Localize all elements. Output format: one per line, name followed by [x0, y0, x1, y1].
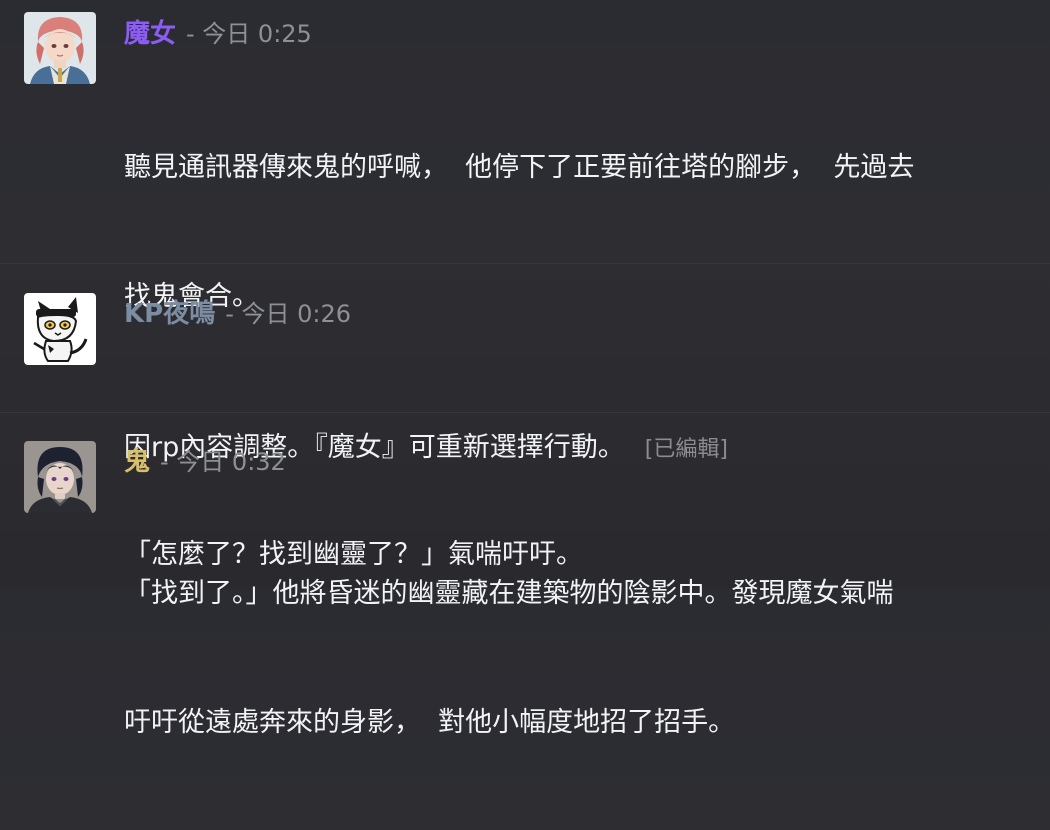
timestamp: - 今日 0:25 [186, 20, 312, 48]
message-content: 「找到了。」他將昏迷的幽靈藏在建築物的陰影中。發現魔女氣喘 吁吁從遠處奔來的身影… [124, 486, 1024, 830]
message-header: 魔女 - 今日 0:25 [124, 18, 312, 50]
message-header: KP夜鳴 - 今日 0:26 [124, 298, 351, 330]
timestamp: - 今日 0:26 [225, 300, 352, 328]
message-line: 聽見通訊器傳來鬼的呼喊， 他停下了正要前往塔的腳步， 先過去 [124, 152, 915, 183]
witch-avatar-icon [24, 12, 96, 84]
message-line: 吁吁從遠處奔來的身影， 對他小幅度地招了招手。 [124, 707, 736, 738]
edited-indicator: [已編輯] [644, 437, 728, 462]
avatar-witch[interactable] [24, 12, 96, 84]
username[interactable]: KP夜鳴 [124, 298, 215, 330]
timestamp: - 今日 0:32 [160, 448, 286, 476]
message-divider [0, 263, 1050, 264]
cat-avatar-icon [24, 293, 96, 365]
message-divider [0, 412, 1050, 413]
avatar-ghost[interactable] [24, 441, 96, 513]
avatar-kp[interactable] [24, 293, 96, 365]
message-header: 鬼 - 今日 0:32 [124, 446, 286, 478]
username[interactable]: 鬼 [124, 446, 150, 478]
message-line: 「找到了。」他將昏迷的幽靈藏在建築物的陰影中。發現魔女氣喘 [124, 578, 894, 609]
username[interactable]: 魔女 [124, 18, 176, 50]
ghost-avatar-icon [24, 441, 96, 513]
